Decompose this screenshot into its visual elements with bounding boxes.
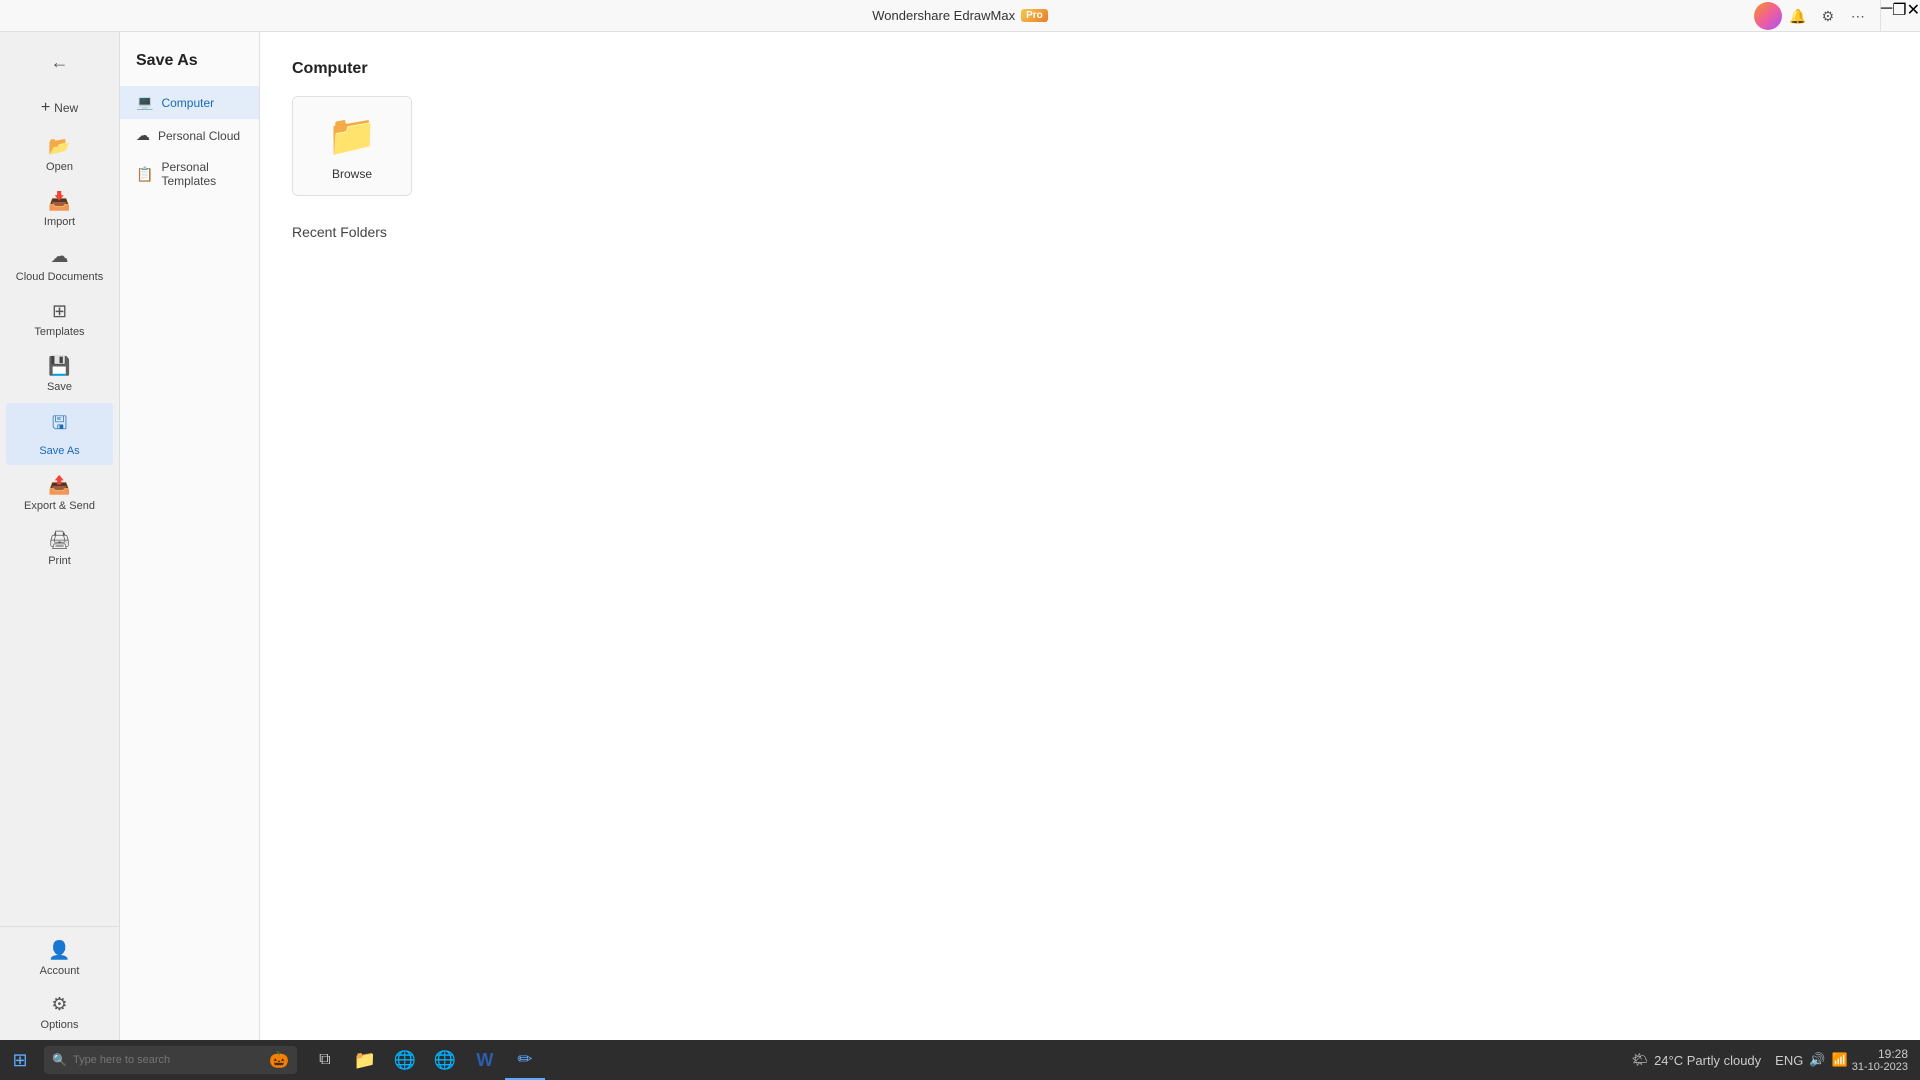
folder-icon: 📁 <box>327 112 377 159</box>
title-bar-icons: 🔔 ⚙ ⋯ <box>1746 0 1881 32</box>
time-display: 19:28 <box>1852 1047 1908 1061</box>
weather-icon: 🌤 <box>1632 1052 1649 1068</box>
system-tray: 🌤 24°C Partly cloudy ENG 🔊 📶 <box>1632 1052 1848 1068</box>
user-avatar[interactable] <box>1754 2 1782 30</box>
nav-item-personal-cloud[interactable]: ☁ Personal Cloud <box>120 119 259 152</box>
personal-cloud-label: Personal Cloud <box>158 129 240 143</box>
account-label: Account <box>40 965 80 977</box>
taskbar-apps: ⧉ 📁 🌐 🌐 W ✏ <box>305 1040 545 1080</box>
chrome2-icon: 🌐 <box>434 1050 456 1071</box>
weather-label: 24°C Partly cloudy <box>1654 1053 1761 1068</box>
recent-folders-section: Recent Folders <box>292 224 1888 240</box>
taskbar-app-chrome[interactable]: 🌐 <box>385 1040 425 1080</box>
minimize-button[interactable]: ─ <box>1881 0 1892 32</box>
sidebar-item-cloud[interactable]: ☁ Cloud Documents <box>6 238 113 291</box>
export-icon: 📤 <box>48 475 70 496</box>
explorer-icon: 📁 <box>354 1050 376 1071</box>
new-label: New <box>54 101 78 115</box>
taskbar-app-taskview[interactable]: ⧉ <box>305 1040 345 1080</box>
network-icon[interactable]: 📶 <box>1832 1052 1848 1068</box>
save-label: Save <box>47 381 72 393</box>
personal-templates-icon: 📋 <box>136 166 153 183</box>
title-bar: Wondershare EdrawMax Pro 🔔 ⚙ ⋯ ─ ❐ ✕ <box>0 0 1920 32</box>
sidebar-item-new[interactable]: + New <box>6 91 113 125</box>
taskbar-app-chrome2[interactable]: 🌐 <box>425 1040 465 1080</box>
nav-item-personal-templates[interactable]: 📋 Personal Templates <box>120 152 259 196</box>
save-as-title: Save As <box>120 52 259 86</box>
import-icon: 📥 <box>48 191 70 212</box>
taskbar-clock[interactable]: 19:28 31-10-2023 <box>1852 1047 1908 1073</box>
personal-templates-label: Personal Templates <box>161 160 243 188</box>
open-label: Open <box>46 161 73 173</box>
search-icon: 🔍 <box>52 1053 67 1067</box>
options-label: Options <box>41 1019 79 1031</box>
print-icon: 🖨 <box>48 530 71 551</box>
computer-icon: 💻 <box>136 94 153 111</box>
browse-card[interactable]: 📁 Browse <box>292 96 412 196</box>
sidebar-item-account[interactable]: 👤 Account <box>6 932 113 985</box>
options-icon: ⚙ <box>51 994 67 1015</box>
cloud-icon: ☁ <box>51 246 69 267</box>
print-label: Print <box>48 555 71 567</box>
halloween-icon: 🎃 <box>269 1050 289 1070</box>
personal-cloud-icon: ☁ <box>136 127 150 144</box>
sidebar-item-import[interactable]: 📥 Import <box>6 183 113 236</box>
taskbar-app-explorer[interactable]: 📁 <box>345 1040 385 1080</box>
taskbar-search-box[interactable]: 🔍 🎃 <box>44 1046 297 1074</box>
saveas-label: Save As <box>39 445 79 457</box>
app-name: Wondershare EdrawMax <box>872 8 1015 23</box>
taskbar-app-word[interactable]: W <box>465 1040 505 1080</box>
window-controls: 🔔 ⚙ ⋯ ─ ❐ ✕ <box>1746 0 1920 32</box>
save-as-panel: Save As 💻 Computer ☁ Personal Cloud 📋 Pe… <box>120 32 260 1040</box>
taskview-icon: ⧉ <box>319 1051 330 1069</box>
browse-label: Browse <box>332 167 372 181</box>
app-title: Wondershare EdrawMax Pro <box>872 8 1048 23</box>
chrome-icon: 🌐 <box>394 1050 416 1071</box>
notification-icon[interactable]: 🔔 <box>1784 2 1812 30</box>
sidebar-item-print[interactable]: 🖨 Print <box>6 522 113 575</box>
edraw-icon: ✏ <box>517 1049 532 1070</box>
recent-folders-title: Recent Folders <box>292 224 1888 240</box>
export-label: Export & Send <box>24 500 95 512</box>
templates-icon: ⊞ <box>52 301 67 322</box>
lang-label: ENG <box>1775 1053 1803 1068</box>
more-icon[interactable]: ⋯ <box>1844 2 1872 30</box>
back-button[interactable]: ← <box>6 44 113 81</box>
date-display: 31-10-2023 <box>1852 1061 1908 1073</box>
new-icon: + <box>41 99 50 117</box>
sidebar-item-save[interactable]: 💾 Save <box>6 348 113 401</box>
sidebar-item-saveas[interactable]: 🖫 Save As <box>6 403 113 465</box>
back-icon: ← <box>51 52 69 73</box>
start-button[interactable]: ⊞ <box>0 1040 40 1080</box>
sidebar-item-open[interactable]: 📂 Open <box>6 128 113 181</box>
taskbar-app-edraw[interactable]: ✏ <box>505 1040 545 1080</box>
taskbar: ⊞ 🔍 🎃 ⧉ 📁 🌐 🌐 W ✏ 🌤 24°C Partly cloudy E <box>0 1040 1920 1080</box>
open-icon: 📂 <box>48 136 70 157</box>
restore-button[interactable]: ❐ <box>1892 0 1906 32</box>
sidebar-item-options[interactable]: ⚙ Options <box>6 986 113 1039</box>
pro-badge: Pro <box>1021 9 1048 22</box>
main-content: Computer 📁 Browse Recent Folders <box>260 32 1920 1040</box>
sidebar-item-export[interactable]: 📤 Export & Send <box>6 467 113 520</box>
saveas-icon: 🖫 <box>52 411 67 441</box>
cloud-label: Cloud Documents <box>16 271 103 283</box>
search-input[interactable] <box>73 1054 263 1066</box>
templates-label: Templates <box>34 326 84 338</box>
word-icon: W <box>476 1050 493 1071</box>
computer-label: Computer <box>161 96 214 110</box>
section-title: Computer <box>292 60 1888 78</box>
import-label: Import <box>44 216 75 228</box>
volume-icon[interactable]: 🔊 <box>1809 1052 1825 1068</box>
save-icon: 💾 <box>48 356 70 377</box>
account-icon: 👤 <box>48 940 70 961</box>
toolbar-icons: 🔔 ⚙ ⋯ <box>1754 0 1872 32</box>
sidebar-item-templates[interactable]: ⊞ Templates <box>6 293 113 346</box>
taskbar-right: 🌤 24°C Partly cloudy ENG 🔊 📶 19:28 31-10… <box>1620 1047 1920 1073</box>
sidebar: ← + New 📂 Open 📥 Import ☁ Cloud Document… <box>0 32 120 1040</box>
settings-icon[interactable]: ⚙ <box>1814 2 1842 30</box>
start-icon: ⊞ <box>12 1050 27 1071</box>
close-button[interactable]: ✕ <box>1907 0 1920 32</box>
sidebar-bottom: 👤 Account ⚙ Options <box>0 926 119 1040</box>
nav-item-computer[interactable]: 💻 Computer <box>120 86 259 119</box>
